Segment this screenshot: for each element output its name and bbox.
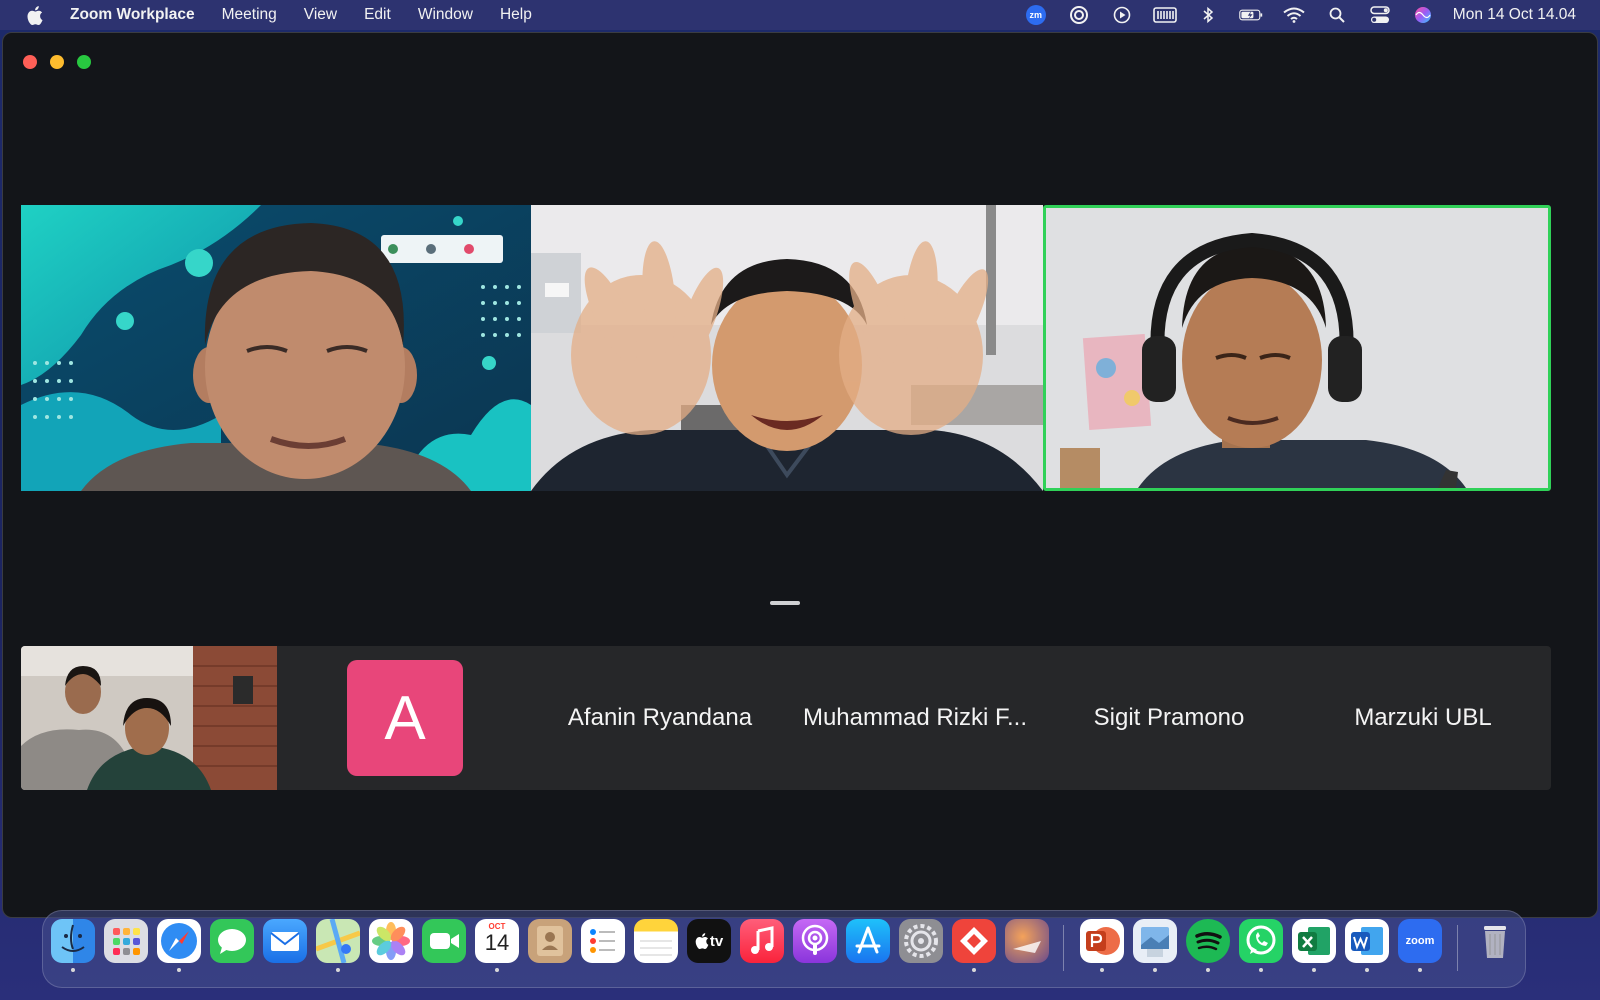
running-indicator [495,968,499,972]
running-indicator [1418,968,1422,972]
participant-video-1[interactable] [21,205,531,491]
word-icon[interactable] [1345,919,1389,963]
participant-video-3[interactable] [1043,205,1551,491]
participant-strip: A Afanin Ryandana Muhammad Rizki F... Si… [21,646,1551,790]
dock-separator [1457,925,1458,971]
menu-help[interactable]: Help [500,6,532,24]
menu-bar-clock[interactable]: Mon 14 Oct 14.04 [1453,6,1576,24]
apple-tv-label: tv [709,932,724,950]
keyboard-icon[interactable] [1152,5,1177,25]
participant-name-tile[interactable]: Sigit Pramono [1040,646,1298,790]
menu-bar: Zoom Workplace Meeting View Edit Window … [0,0,1600,30]
participant-video-2[interactable] [531,205,1043,491]
siri-icon[interactable] [1411,5,1435,25]
running-indicator [1100,968,1104,972]
system-settings-icon[interactable] [899,919,943,963]
app-store-icon[interactable] [846,919,890,963]
window-fullscreen-button[interactable] [77,55,91,69]
running-indicator [1153,968,1157,972]
running-indicator [1206,968,1210,972]
participant-name-tile[interactable]: Marzuki UBL [1294,646,1551,790]
running-indicator [972,968,976,972]
trash-icon[interactable] [1473,919,1517,963]
apple-tv-icon[interactable]: tv [687,919,731,963]
zoom-app-icon[interactable]: zoom [1398,919,1442,963]
calendar-day-label: 14 [484,930,510,955]
window-minimize-button[interactable] [50,55,64,69]
anydesk-icon[interactable] [952,919,996,963]
contacts-icon[interactable] [528,919,572,963]
menu-view[interactable]: View [304,6,337,24]
menu-window[interactable]: Window [418,6,473,24]
podcasts-icon[interactable] [793,919,837,963]
calendar-icon[interactable]: OCT 14 [475,919,519,963]
participant-avatar[interactable]: A [347,660,463,776]
facetime-icon[interactable] [422,919,466,963]
control-center-icon[interactable] [1368,5,1392,25]
battery-icon[interactable] [1239,5,1263,25]
running-indicator [1365,968,1369,972]
finder-icon[interactable] [51,919,95,963]
dock-separator [1063,925,1064,971]
zoom-badge-label: zm [1025,5,1046,25]
notes-icon[interactable] [634,919,678,963]
maps-icon[interactable] [316,919,360,963]
launchpad-icon[interactable] [104,919,148,963]
participant-video-thumbnail[interactable] [21,646,277,790]
participant-name-tile[interactable]: Afanin Ryandana [531,646,789,790]
music-icon[interactable] [740,919,784,963]
running-indicator [71,968,75,972]
focus-icon[interactable] [1067,5,1091,25]
running-indicator [336,968,340,972]
zoom-status-icon[interactable]: zm [1024,5,1048,25]
spotify-icon[interactable] [1186,919,1230,963]
migration-assistant-icon[interactable] [1005,919,1049,963]
mail-icon[interactable] [263,919,307,963]
safari-icon[interactable] [157,919,201,963]
powerpoint-icon[interactable] [1080,919,1124,963]
wifi-icon[interactable] [1282,5,1306,25]
play-icon[interactable] [1110,5,1134,25]
photos-icon[interactable] [369,919,413,963]
dock: OCT 14 tv zoom [42,910,1526,988]
menu-edit[interactable]: Edit [364,6,391,24]
zoom-meeting-window: A Afanin Ryandana Muhammad Rizki F... Si… [2,32,1598,918]
messages-icon[interactable] [210,919,254,963]
whatsapp-icon[interactable] [1239,919,1283,963]
reminders-icon[interactable] [581,919,625,963]
gallery-resize-handle[interactable] [770,601,800,605]
menu-meeting[interactable]: Meeting [222,6,277,24]
running-indicator [177,968,181,972]
running-indicator [1259,968,1263,972]
preview-icon[interactable] [1133,919,1177,963]
search-icon[interactable] [1325,5,1349,25]
apple-menu-icon[interactable] [0,5,70,25]
participant-name-tile[interactable]: Muhammad Rizki F... [786,646,1044,790]
excel-icon[interactable] [1292,919,1336,963]
app-name-menu[interactable]: Zoom Workplace [70,6,195,24]
zoom-app-label: zoom [1405,935,1435,947]
bluetooth-icon[interactable] [1196,5,1220,25]
running-indicator [1312,968,1316,972]
window-close-button[interactable] [23,55,37,69]
